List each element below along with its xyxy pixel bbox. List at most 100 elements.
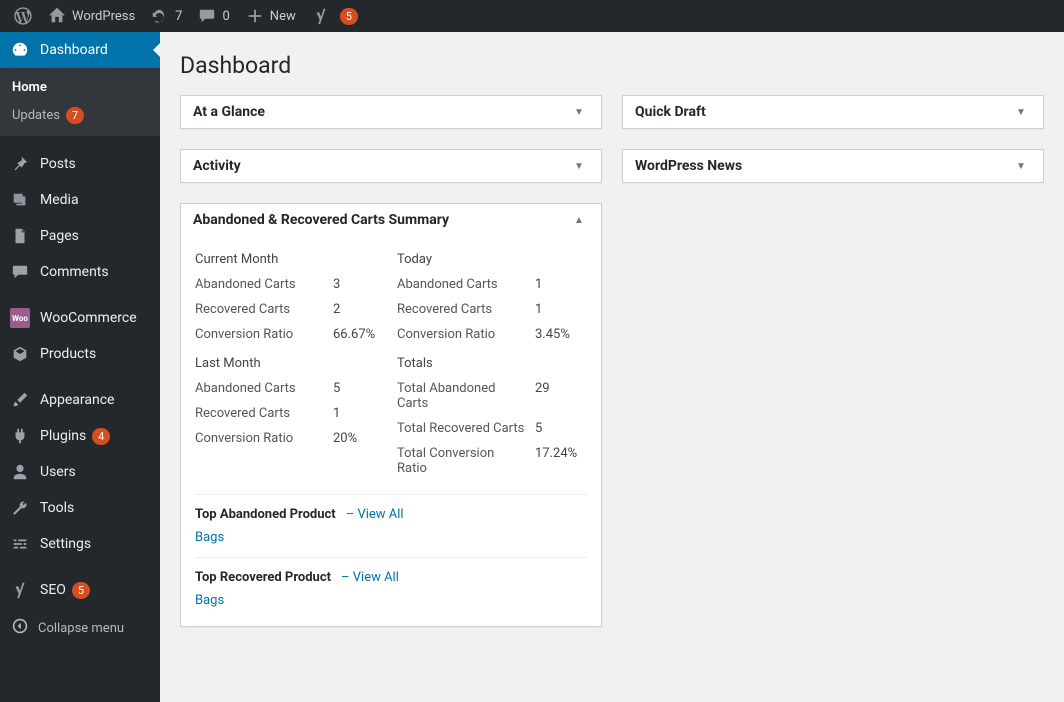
brush-icon	[10, 390, 30, 410]
divider	[195, 494, 587, 495]
chevron-down-icon[interactable]: ▼	[1011, 107, 1031, 118]
collapse-icon	[12, 618, 28, 638]
stat-row: Abandoned Carts 5	[195, 381, 385, 396]
sidebar-item-label: Posts	[40, 156, 76, 172]
collapse-label: Collapse menu	[38, 621, 124, 636]
wp-logo-menu[interactable]	[6, 0, 40, 32]
widget-title: At a Glance	[193, 104, 265, 120]
sidebar-item-label: WooCommerce	[40, 310, 137, 326]
stat-row: Conversion Ratio 66.67%	[195, 327, 385, 342]
comments-indicator[interactable]: 0	[190, 0, 237, 32]
site-home-link[interactable]: WordPress	[40, 0, 143, 32]
sidebar-item-label: Pages	[40, 228, 79, 244]
collapse-menu-button[interactable]: Collapse menu	[0, 608, 160, 648]
chevron-down-icon[interactable]: ▼	[569, 161, 589, 172]
dashboard-submenu: Home Updates 7	[0, 68, 160, 136]
sidebar-item-pages[interactable]: Pages	[0, 218, 160, 254]
yoast-icon	[312, 7, 330, 25]
new-content-link[interactable]: New	[238, 0, 304, 32]
sidebar-item-tools[interactable]: Tools	[0, 490, 160, 526]
dashboard-right-column: Quick Draft ▼ WordPress News ▼	[622, 95, 1044, 203]
chevron-up-icon[interactable]: ▲	[569, 215, 589, 226]
sidebar-item-label: Media	[40, 192, 79, 208]
sidebar-item-media[interactable]: Media	[0, 182, 160, 218]
sidebar-item-appearance[interactable]: Appearance	[0, 382, 160, 418]
stat-row: Recovered Carts 1	[195, 406, 385, 421]
sidebar-item-label: Products	[40, 346, 96, 362]
stat-row: Conversion Ratio 3.45%	[397, 327, 587, 342]
widget-at-a-glance: At a Glance ▼	[180, 95, 602, 129]
section-title: Top Abandoned Product	[195, 507, 336, 522]
widget-title: Quick Draft	[635, 104, 706, 120]
chevron-down-icon[interactable]: ▼	[1011, 161, 1031, 172]
sidebar-item-label: Plugins	[40, 428, 86, 444]
widget-header-quickdraft[interactable]: Quick Draft ▼	[623, 96, 1043, 128]
sidebar-item-posts[interactable]: Posts	[0, 146, 160, 182]
divider	[195, 557, 587, 558]
updates-indicator[interactable]: 7	[143, 0, 190, 32]
view-all-link[interactable]: – View All	[341, 570, 399, 585]
section-title: Top Recovered Product	[195, 570, 331, 585]
plugin-icon	[10, 426, 30, 446]
stat-title: Today	[397, 252, 587, 267]
sidebar-item-label: Users	[40, 464, 76, 480]
home-icon	[48, 7, 66, 25]
updates-badge: 7	[66, 107, 84, 124]
stat-row: Recovered Carts 2	[195, 302, 385, 317]
top-abandoned-item-link[interactable]: Bags	[195, 530, 224, 545]
yoast-badge: 5	[340, 8, 358, 25]
sidebar-item-woocommerce[interactable]: Woo WooCommerce	[0, 300, 160, 336]
widget-quick-draft: Quick Draft ▼	[622, 95, 1044, 129]
sidebar-sub-updates[interactable]: Updates 7	[0, 101, 160, 130]
stat-row: Abandoned Carts 1	[397, 277, 587, 292]
admin-top-bar: WordPress 7 0 New 5	[0, 0, 1064, 32]
sidebar-item-settings[interactable]: Settings	[0, 526, 160, 562]
widget-header-glance[interactable]: At a Glance ▼	[181, 96, 601, 128]
page-icon	[10, 226, 30, 246]
widget-activity: Activity ▼	[180, 149, 602, 183]
yoast-indicator[interactable]: 5	[304, 0, 366, 32]
sidebar-sub-home[interactable]: Home	[0, 74, 160, 101]
woocommerce-icon: Woo	[10, 308, 30, 328]
sidebar-item-label: Settings	[40, 536, 91, 552]
view-all-link[interactable]: – View All	[346, 507, 404, 522]
yoast-icon	[10, 580, 30, 600]
widget-header-news[interactable]: WordPress News ▼	[623, 150, 1043, 182]
wrench-icon	[10, 498, 30, 518]
sidebar-item-label: Tools	[40, 500, 74, 516]
comment-icon	[10, 262, 30, 282]
main-content: Dashboard At a Glance ▼ Activity ▼	[160, 32, 1064, 702]
media-icon	[10, 190, 30, 210]
stat-row: Total Abandoned Carts 29	[397, 381, 587, 411]
stat-title: Last Month	[195, 356, 385, 371]
page-title: Dashboard	[180, 52, 1044, 79]
sidebar-item-users[interactable]: Users	[0, 454, 160, 490]
widget-wordpress-news: WordPress News ▼	[622, 149, 1044, 183]
widget-title: Activity	[193, 158, 241, 174]
stat-row: Conversion Ratio 20%	[195, 431, 385, 446]
stat-row: Abandoned Carts 3	[195, 277, 385, 292]
user-icon	[10, 462, 30, 482]
sidebar-item-plugins[interactable]: Plugins 4	[0, 418, 160, 454]
widget-title: Abandoned & Recovered Carts Summary	[193, 212, 449, 228]
sidebar-item-label: Appearance	[40, 392, 114, 408]
widget-carts-summary: Abandoned & Recovered Carts Summary ▲ Cu…	[180, 203, 602, 627]
top-recovered-item-link[interactable]: Bags	[195, 593, 224, 608]
sidebar-item-seo[interactable]: SEO 5	[0, 572, 160, 608]
admin-side-menu: Dashboard Home Updates 7 Posts Media Pag…	[0, 32, 160, 702]
stat-block-current-month: Current Month Abandoned Carts 3 Recovere…	[195, 248, 385, 352]
chevron-down-icon[interactable]: ▼	[569, 107, 589, 118]
sidebar-item-dashboard[interactable]: Dashboard	[0, 32, 160, 68]
site-name-text: WordPress	[72, 9, 135, 24]
stat-row: Total Recovered Carts 5	[397, 421, 587, 436]
pin-icon	[10, 154, 30, 174]
widget-header-activity[interactable]: Activity ▼	[181, 150, 601, 182]
sidebar-item-label: Comments	[40, 264, 109, 280]
widget-header-carts[interactable]: Abandoned & Recovered Carts Summary ▲	[181, 204, 601, 236]
widget-body-carts: Current Month Abandoned Carts 3 Recovere…	[181, 236, 601, 626]
dashboard-icon	[10, 40, 30, 60]
stat-block-totals: Totals Total Abandoned Carts 29 Total Re…	[397, 352, 587, 486]
stat-row: Total Conversion Ratio 17.24%	[397, 446, 587, 476]
sidebar-item-products[interactable]: Products	[0, 336, 160, 372]
sidebar-item-comments[interactable]: Comments	[0, 254, 160, 290]
